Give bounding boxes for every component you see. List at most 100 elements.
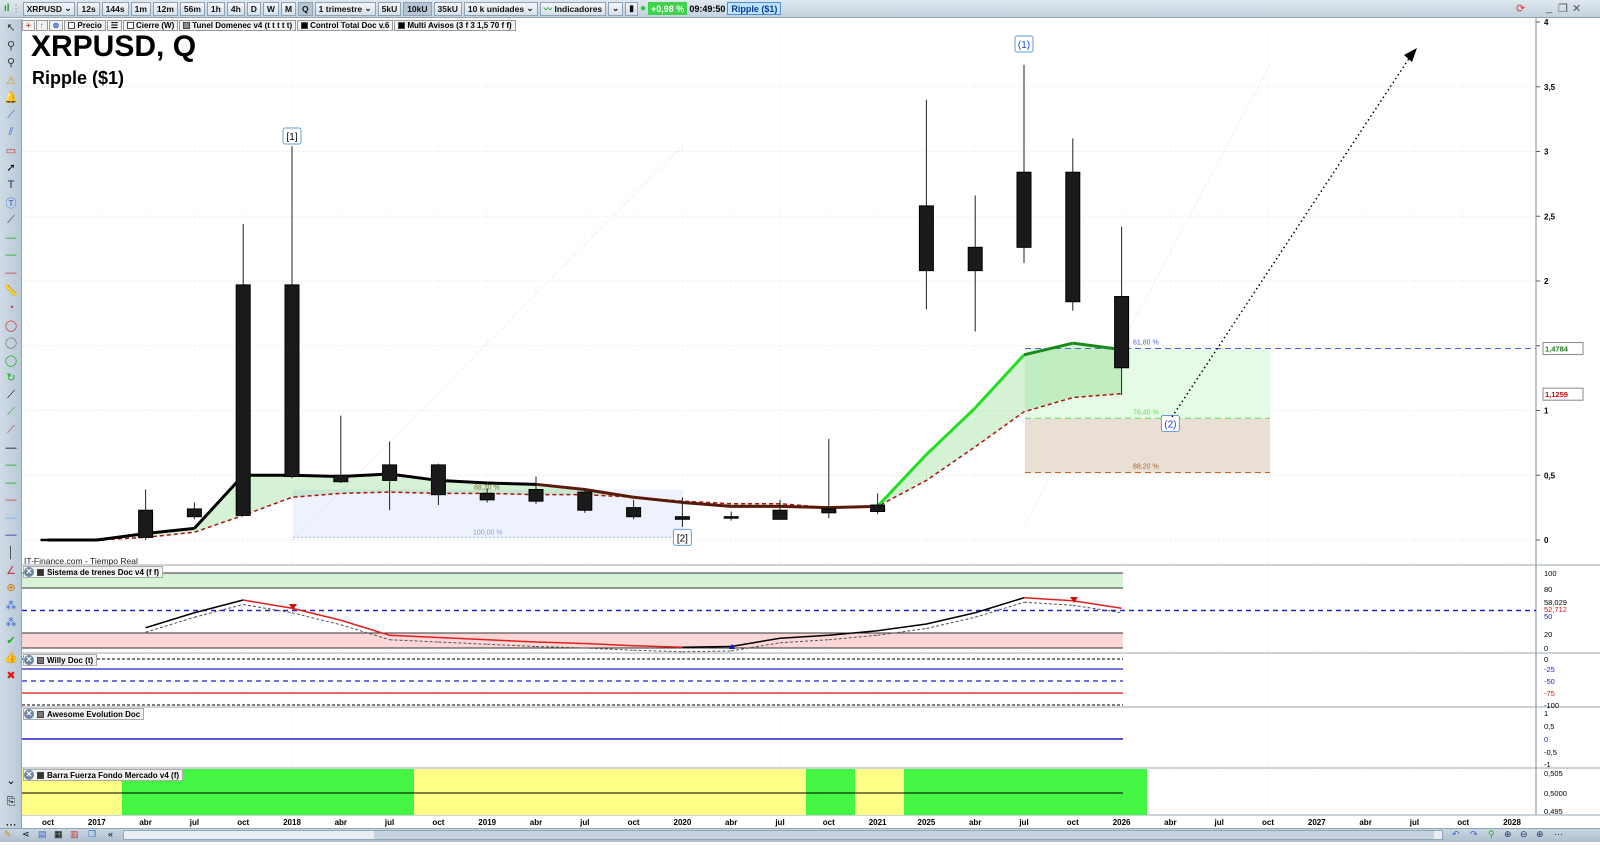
x-tick-label: 2019 bbox=[478, 818, 496, 827]
redo-icon[interactable]: ↷ bbox=[1470, 829, 1478, 840]
report-icon[interactable]: ▦ bbox=[54, 829, 63, 840]
undo-icon[interactable]: ↶ bbox=[1452, 829, 1460, 840]
more-icon[interactable]: ⋯ bbox=[1554, 829, 1563, 840]
oscillator-segment bbox=[926, 612, 976, 625]
candle-body bbox=[382, 464, 398, 481]
signal-segment bbox=[682, 650, 732, 653]
oscillator-segment bbox=[682, 645, 732, 648]
panel-tick-label: 0,5 bbox=[1544, 722, 1554, 731]
x-tick-label: oct bbox=[1457, 818, 1469, 827]
candle-body bbox=[870, 504, 886, 513]
close-panel-icon[interactable]: ✕ bbox=[24, 770, 34, 780]
x-tick-label: abr bbox=[1359, 818, 1371, 827]
panel-tick-label: 20 bbox=[1544, 630, 1552, 639]
collapse-icon[interactable]: « bbox=[108, 829, 113, 839]
x-tick-label: 2027 bbox=[1308, 818, 1326, 827]
panel-tick-label: -75 bbox=[1544, 689, 1555, 698]
candle-body bbox=[821, 508, 837, 514]
chat-icon[interactable]: ▤ bbox=[38, 829, 47, 840]
close-panel-icon[interactable]: ✕ bbox=[24, 709, 34, 719]
wave-marker-label: [1] bbox=[286, 132, 297, 143]
trend-segment bbox=[487, 481, 537, 486]
x-tick-label: oct bbox=[823, 818, 835, 827]
x-tick-label: abr bbox=[725, 818, 737, 827]
oscillator-segment bbox=[243, 599, 293, 609]
y-tick-label: 3 bbox=[1544, 148, 1549, 157]
candle-body bbox=[138, 509, 154, 538]
panel-header-sistema[interactable]: ✕ Sistema de trenes Doc v4 (f f) bbox=[23, 566, 164, 578]
x-tick-label: abr bbox=[530, 818, 542, 827]
windows-icon[interactable]: ❐ bbox=[88, 829, 96, 840]
x-tick-label: abr bbox=[1164, 818, 1176, 827]
close-panel-icon[interactable]: ✕ bbox=[24, 567, 34, 577]
candle-body bbox=[333, 474, 349, 483]
y-tick-label: 0 bbox=[1544, 536, 1549, 545]
x-tick-label: 2026 bbox=[1113, 818, 1131, 827]
panel-header-awesome[interactable]: ✕ Awesome Evolution Doc bbox=[23, 708, 145, 720]
x-tick-label: oct bbox=[237, 818, 249, 827]
candle-body bbox=[918, 205, 934, 272]
panel-tick-label: 0 bbox=[1544, 644, 1548, 653]
fib-label: 88,20 % bbox=[1133, 464, 1159, 471]
x-tick-label: 2021 bbox=[869, 818, 887, 827]
candle-body bbox=[528, 488, 544, 502]
zoom-in-icon[interactable]: ⊕ bbox=[1536, 829, 1544, 840]
candle-body bbox=[284, 284, 300, 478]
x-tick-label: jul bbox=[774, 818, 784, 827]
fib-label: 61,80 % bbox=[1133, 340, 1159, 347]
y-tick-label: 2 bbox=[1544, 277, 1549, 286]
candle-body bbox=[772, 509, 788, 520]
panel-header-willy[interactable]: ✕ Willy Doc (t) bbox=[23, 654, 98, 666]
x-tick-label: abr bbox=[139, 818, 151, 827]
draw-icon[interactable]: ✎ bbox=[4, 829, 12, 840]
signal-segment bbox=[1023, 601, 1073, 606]
panel-header-barra[interactable]: ✕ Barra Fuerza Fondo Mercado v4 (f) bbox=[23, 769, 184, 781]
x-tick-label: 2028 bbox=[1503, 818, 1521, 827]
color-swatch bbox=[37, 568, 44, 576]
panel-title: Willy Doc (t) bbox=[47, 655, 94, 665]
panel-tick-label: 80 bbox=[1544, 585, 1552, 594]
panel-tick-label: 0,495 bbox=[1544, 807, 1563, 816]
x-tick-label: 2025 bbox=[918, 818, 936, 827]
link-icon[interactable]: ⚲ bbox=[1488, 829, 1495, 840]
x-tick-label: oct bbox=[432, 818, 444, 827]
scrollbar-thumb[interactable] bbox=[374, 831, 1434, 839]
candle-body bbox=[1016, 171, 1032, 248]
zoom-out-icon[interactable]: ⊖ bbox=[1520, 829, 1528, 840]
x-tick-label: 2017 bbox=[88, 818, 106, 827]
wave-marker-label: (1) bbox=[1018, 40, 1030, 51]
signal-segment bbox=[633, 649, 683, 653]
x-tick-label: jul bbox=[189, 818, 199, 827]
x-tick-label: 2018 bbox=[283, 818, 301, 827]
y-tick-label: 0,5 bbox=[1544, 471, 1556, 480]
oversold-zone bbox=[22, 633, 1123, 648]
panel-title: Sistema de trenes Doc v4 (f f) bbox=[47, 567, 160, 577]
oscillator-segment bbox=[145, 612, 195, 629]
x-tick-label: 2020 bbox=[674, 818, 692, 827]
candle-body bbox=[186, 508, 202, 518]
close-panel-icon[interactable]: ✕ bbox=[24, 655, 34, 665]
strength-band-green bbox=[806, 769, 855, 815]
share-icon[interactable]: ⋖ bbox=[22, 829, 30, 840]
y-tick-label: 4 bbox=[1544, 18, 1549, 27]
zoom-fit-icon[interactable]: ⊕ bbox=[1504, 829, 1512, 840]
horizontal-scrollbar[interactable] bbox=[123, 830, 1443, 840]
candle-body bbox=[1065, 171, 1081, 303]
color-swatch bbox=[37, 771, 44, 779]
x-tick-label: abr bbox=[969, 818, 981, 827]
price-label: 1,4784 bbox=[1545, 345, 1569, 354]
strength-band-yellow bbox=[855, 769, 904, 815]
panel-tick-label: 0,505 bbox=[1544, 769, 1563, 778]
candle-body bbox=[479, 492, 495, 501]
panel-tick-label: 50 bbox=[1544, 612, 1552, 621]
signal-segment bbox=[243, 604, 293, 614]
chart-title: XRPUSD, Q bbox=[31, 30, 197, 63]
overbought-zone bbox=[22, 573, 1123, 588]
candle-body bbox=[967, 246, 983, 272]
panel-tick-label: 100 bbox=[1544, 569, 1557, 578]
panel-tick-label: -1 bbox=[1544, 760, 1551, 769]
bars-icon[interactable]: ▥ bbox=[70, 829, 79, 840]
chart-canvas[interactable]: 00,511,522,533,54oct2017abrjuloct2018abr… bbox=[0, 0, 1600, 861]
chart-subtitle: Ripple ($1) bbox=[32, 68, 125, 88]
panel-title: Awesome Evolution Doc bbox=[47, 709, 141, 719]
